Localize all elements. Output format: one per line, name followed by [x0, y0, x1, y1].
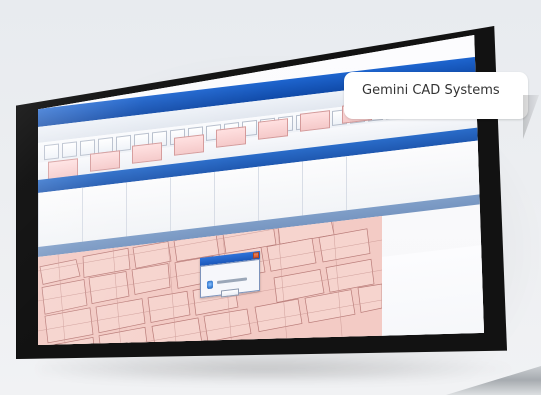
list-cell [258, 161, 302, 221]
application-dialog [200, 250, 260, 298]
thumbnail-tile [258, 118, 288, 140]
caption-label-text: Gemini CAD Systems [362, 83, 500, 98]
list-cell [82, 182, 126, 242]
toolbar-button [44, 143, 59, 161]
nest-piece [357, 283, 382, 313]
list-cell [302, 156, 346, 216]
thumbnail-tile [90, 150, 120, 172]
toolbar-button [116, 134, 131, 152]
list-cell [346, 151, 390, 211]
caption-label: Gemini CAD Systems [344, 72, 528, 119]
list-cell [38, 187, 82, 247]
right-workspace-panel [382, 244, 484, 345]
list-cell [170, 172, 214, 232]
thumbnail-tile [132, 142, 162, 164]
monitor [0, 0, 541, 395]
list-cell [126, 177, 170, 237]
thumbnail-tile [216, 126, 246, 148]
product-scene: Gemini CAD Systems [0, 0, 541, 395]
thumbnail-tile [174, 134, 204, 156]
thumbnail-tile [300, 110, 330, 132]
close-icon [253, 251, 259, 259]
list-cell [214, 166, 258, 227]
info-icon [207, 280, 213, 290]
dialog-message-line [217, 277, 247, 284]
toolbar-button [62, 141, 77, 159]
